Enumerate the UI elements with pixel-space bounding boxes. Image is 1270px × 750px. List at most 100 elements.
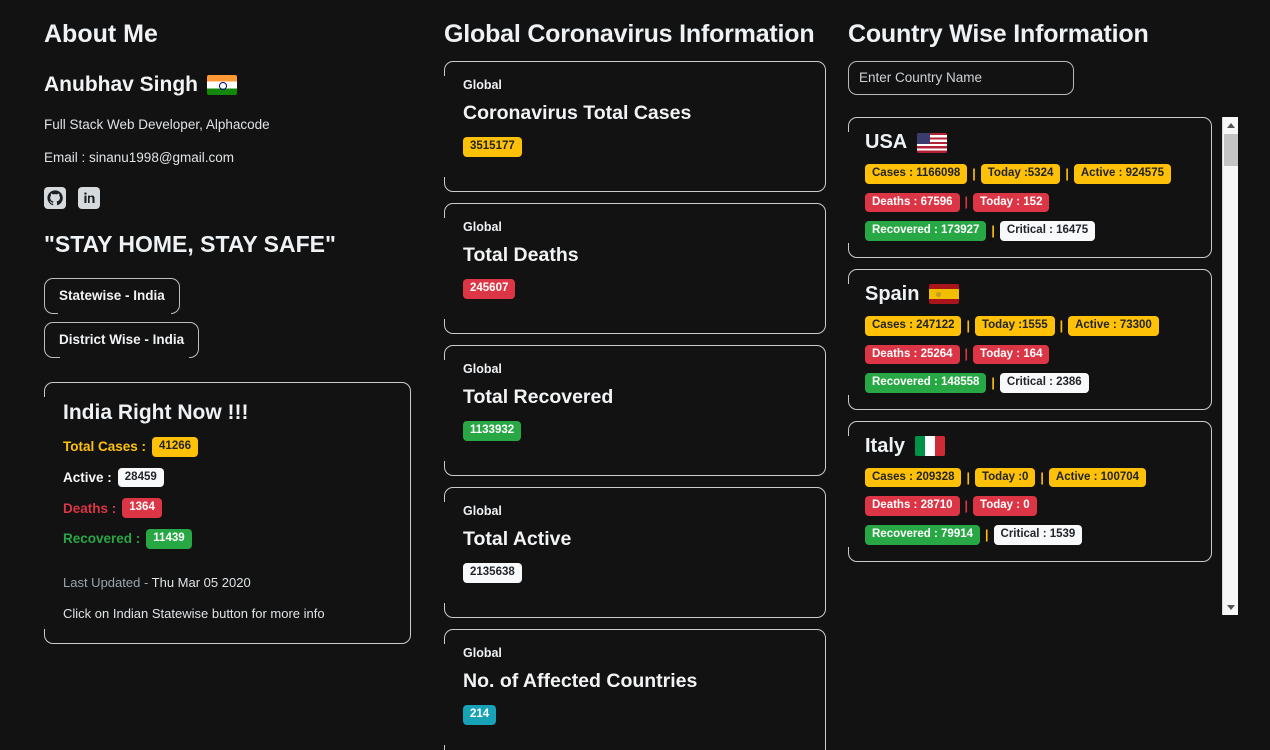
country-deaths-line: Deaths : 28710 | Today : 0	[865, 496, 1199, 517]
spain-flag-icon	[929, 284, 960, 305]
country-recovered-line: Recovered : 148558 | Critical : 2386	[865, 373, 1199, 393]
badge-separator: |	[964, 499, 969, 514]
country-section-title: Country Wise Information	[848, 20, 1149, 48]
india-last-updated-label: Last Updated -	[63, 574, 149, 590]
dashboard-page: About Me Anubhav Singh Full Stack Web De…	[0, 0, 1270, 750]
india-recovered-label: Recovered :	[63, 531, 141, 547]
author-name: Anubhav Singh	[44, 73, 198, 96]
country-critical-badge: Critical : 16475	[999, 221, 1096, 241]
badge-separator: |	[966, 318, 970, 333]
country-recovered-badge: Recovered : 79914	[865, 525, 981, 545]
badge-separator: |	[1040, 470, 1044, 485]
country-name: USA	[865, 131, 908, 153]
india-last-updated: Last Updated - Thu Mar 05 2020	[63, 575, 392, 590]
author-email: Email : sinanu1998@gmail.com	[44, 150, 235, 165]
statewise-button-wrap: Statewise - India	[44, 278, 419, 315]
india-card-hint: Click on Indian Statewise button for mor…	[63, 605, 325, 621]
country-search-wrap	[848, 61, 1238, 95]
districtwise-button-wrap: District Wise - India	[44, 322, 419, 359]
india-deaths-label: Deaths :	[63, 500, 117, 516]
country-cases-badge: Cases : 247122	[865, 315, 962, 336]
country-name: Italy	[865, 434, 906, 457]
usa-flag-icon	[917, 132, 948, 153]
global-card-total-recovered: Global Total Recovered 1133932	[443, 345, 826, 476]
country-active-badge: Active : 73300	[1068, 315, 1159, 336]
country-deaths-badge: Deaths : 25264	[865, 344, 960, 365]
global-card-value: 1133932	[463, 421, 522, 441]
country-cases-line: Cases : 209328 | Today :0 | Active : 100…	[865, 467, 1199, 488]
india-stat-active: Active : 28459	[63, 467, 392, 488]
about-title: About Me	[44, 20, 158, 48]
badge-separator: |	[964, 347, 969, 362]
country-card-heading: Italy	[865, 435, 1199, 458]
global-card-value: 2135638	[463, 563, 522, 583]
country-today-cases-badge: Today :0	[974, 467, 1036, 488]
global-card-title: No. of Affected Countries	[463, 670, 698, 692]
safety-quote: "STAY HOME, STAY SAFE"	[44, 231, 336, 257]
country-list-scroll-area[interactable]: USA Cases : 1166098 | Today :5324 | Acti…	[848, 117, 1238, 615]
country-active-badge: Active : 100704	[1048, 467, 1147, 488]
statewise-india-button[interactable]: Statewise - India	[44, 278, 180, 315]
author-role: Full Stack Web Developer, Alphacode	[44, 117, 270, 132]
global-card-sub: Global	[463, 646, 502, 660]
country-deaths-badge: Deaths : 67596	[865, 192, 960, 213]
country-today-deaths-badge: Today : 0	[973, 496, 1037, 517]
india-stat-deaths: Deaths : 1364	[63, 498, 392, 518]
global-card-value: 245607	[463, 279, 516, 299]
badge-separator: |	[972, 166, 976, 181]
global-card-value: 214	[463, 705, 497, 725]
github-icon[interactable]	[44, 187, 66, 209]
linkedin-icon[interactable]	[78, 187, 100, 209]
scroll-down-arrow-icon[interactable]	[1223, 599, 1238, 615]
india-stat-total-cases: Total Cases : 41266	[63, 437, 392, 457]
country-cases-badge: Cases : 1166098	[865, 164, 968, 184]
country-list-scrollbar[interactable]	[1222, 117, 1238, 615]
india-card-title: India Right Now !!!	[63, 401, 249, 424]
scroll-up-arrow-icon[interactable]	[1223, 117, 1238, 133]
country-card-spain: Spain Cases : 247122 | Today :1555 | Act…	[848, 268, 1212, 410]
italy-flag-icon	[915, 436, 946, 457]
country-card-heading: USA	[865, 131, 1199, 154]
global-card-total-cases: Global Coronavirus Total Cases 3515177	[443, 61, 826, 192]
global-card-total-active: Global Total Active 2135638	[443, 487, 826, 618]
global-card-title: Total Active	[463, 528, 572, 550]
global-card-title: Total Recovered	[463, 386, 614, 408]
india-total-cases-label: Total Cases :	[63, 439, 147, 455]
badge-separator: |	[991, 376, 995, 391]
author-name-row: Anubhav Singh	[44, 73, 419, 97]
country-card-heading: Spain	[865, 283, 1199, 306]
global-column: Global Coronavirus Information Global Co…	[443, 20, 826, 750]
about-column: About Me Anubhav Singh Full Stack Web De…	[43, 20, 419, 644]
country-cases-line: Cases : 1166098 | Today :5324 | Active :…	[865, 164, 1199, 184]
country-card-usa: USA Cases : 1166098 | Today :5324 | Acti…	[848, 117, 1212, 258]
country-today-deaths-badge: Today : 152	[973, 192, 1050, 213]
country-list: USA Cases : 1166098 | Today :5324 | Acti…	[848, 117, 1220, 562]
scrollbar-thumb[interactable]	[1224, 134, 1238, 166]
india-total-cases-value: 41266	[152, 437, 199, 457]
country-name: Spain	[865, 282, 920, 305]
country-critical-badge: Critical : 1539	[993, 525, 1083, 545]
country-search-input[interactable]	[848, 61, 1074, 95]
social-links	[44, 187, 419, 209]
global-card-value: 3515177	[463, 137, 522, 157]
global-card-title: Coronavirus Total Cases	[463, 102, 692, 124]
country-critical-badge: Critical : 2386	[999, 373, 1089, 393]
badge-separator: |	[1059, 318, 1064, 333]
country-deaths-line: Deaths : 67596 | Today : 152	[865, 192, 1199, 213]
badge-separator: |	[985, 527, 989, 542]
global-section-title: Global Coronavirus Information	[444, 20, 815, 48]
india-deaths-value: 1364	[122, 498, 162, 518]
country-recovered-line: Recovered : 173927 | Critical : 16475	[865, 221, 1199, 241]
badge-separator: |	[991, 224, 995, 239]
country-cases-badge: Cases : 209328	[865, 467, 962, 488]
country-deaths-line: Deaths : 25264 | Today : 164	[865, 344, 1199, 365]
country-recovered-badge: Recovered : 173927	[865, 221, 987, 241]
global-card-affected-countries: Global No. of Affected Countries 214	[443, 629, 826, 750]
india-flag-icon	[207, 75, 237, 95]
global-card-sub: Global	[463, 504, 502, 518]
global-card-sub: Global	[463, 78, 502, 92]
district-wise-india-button[interactable]: District Wise - India	[44, 322, 200, 359]
india-active-value: 28459	[117, 467, 164, 488]
country-recovered-line: Recovered : 79914 | Critical : 1539	[865, 525, 1199, 545]
badge-separator: |	[966, 470, 970, 485]
